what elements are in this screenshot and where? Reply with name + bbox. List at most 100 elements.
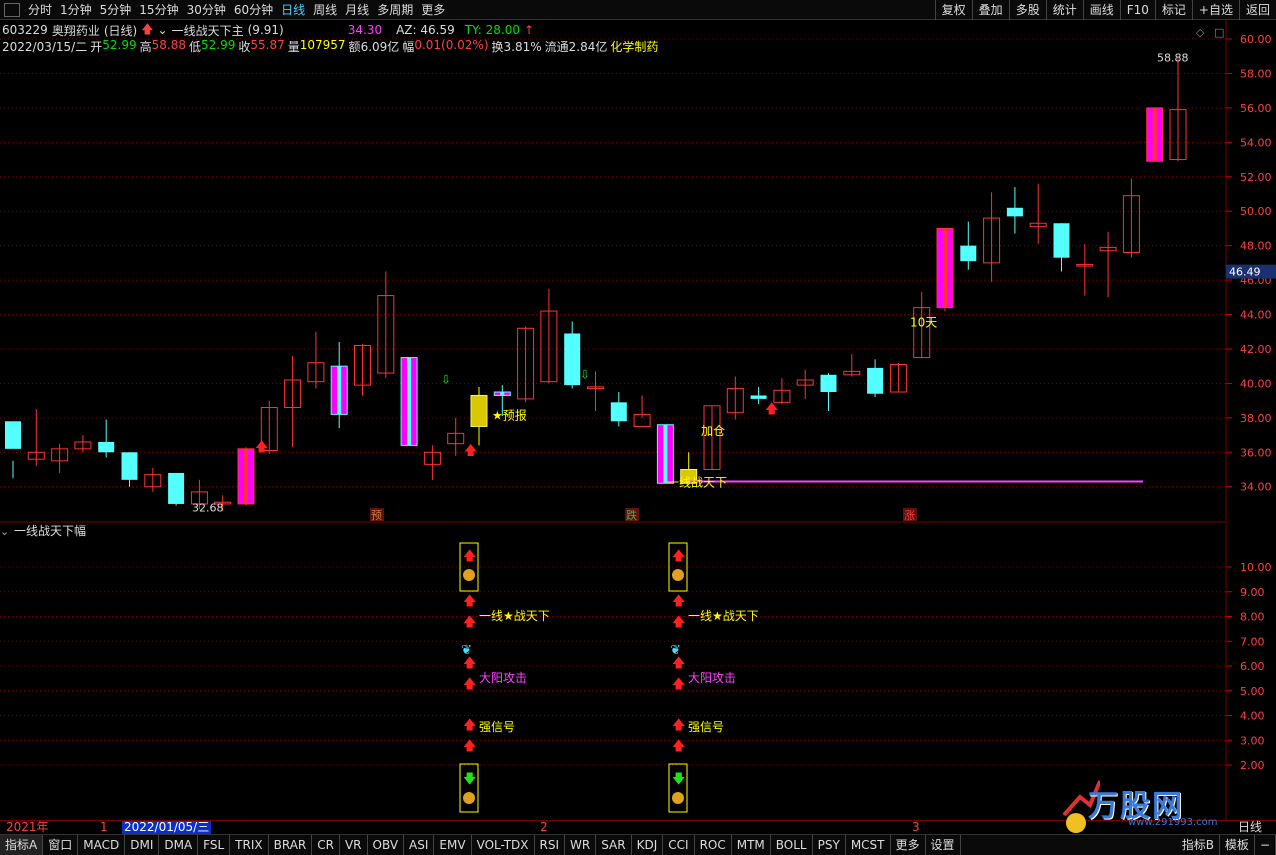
indicator-tab-0[interactable]: 指标A — [0, 835, 44, 855]
add-position-label: 加仓 — [701, 424, 725, 438]
axis-label: 60.00 — [1240, 33, 1272, 46]
period-tab-5[interactable]: 60分钟 — [230, 0, 277, 20]
period-tab-9[interactable]: 多周期 — [373, 0, 417, 20]
sub-axis-label: 4.00 — [1240, 710, 1265, 723]
candle-body-stripe — [500, 392, 505, 396]
period-tab-10[interactable]: 更多 — [417, 0, 449, 20]
toolbar-button-0[interactable]: 复权 — [934, 0, 972, 20]
indicator-tab-18[interactable]: CCI — [663, 835, 695, 855]
candle-body — [121, 452, 138, 480]
bottom-right-button-2[interactable]: − — [1255, 835, 1276, 855]
indicator-tab-8[interactable]: CR — [312, 835, 340, 855]
period-tab-6[interactable]: 日线 — [277, 0, 309, 20]
current-price-label: 46.49 — [1229, 266, 1261, 279]
indicator-tab-6[interactable]: TRIX — [230, 835, 269, 855]
up-arrow-icon: 🡅 — [463, 718, 476, 733]
axis-label: 44.00 — [1240, 309, 1272, 322]
candle-body — [610, 402, 627, 422]
down-arrow-icon: 🡇 — [672, 772, 685, 787]
indicator-tab-3[interactable]: DMI — [125, 835, 160, 855]
candle-body — [98, 441, 115, 453]
indicator-tab-23[interactable]: MCST — [846, 835, 891, 855]
sub-axis-label: 3.00 — [1240, 734, 1265, 747]
bottom-right-button-0[interactable]: 指标B — [1177, 835, 1220, 855]
diamond-icon: ◇ — [1196, 26, 1205, 39]
period-tab-2[interactable]: 5分钟 — [96, 0, 136, 20]
buy-arrow-icon: 🡅 — [765, 402, 778, 417]
up-arrow-icon: 🡅 — [672, 594, 685, 609]
toolbar-button-6[interactable]: 标记 — [1154, 0, 1192, 20]
candle-body-stripe — [244, 448, 248, 504]
sub-axis-label: 2.00 — [1240, 759, 1265, 772]
sub-axis-label: 9.00 — [1240, 586, 1265, 599]
sub-axis-label: 7.00 — [1240, 635, 1265, 648]
sub-axis-label: 5.00 — [1240, 685, 1265, 698]
indicator-tab-22[interactable]: PSY — [813, 835, 846, 855]
indicator-tab-14[interactable]: RSI — [535, 835, 566, 855]
candle-body — [5, 421, 21, 449]
candle-body — [867, 367, 884, 394]
moneybag-icon — [463, 569, 475, 581]
subpanel-dropdown-icon: ⌄ — [0, 525, 9, 538]
indicator-tab-10[interactable]: OBV — [368, 835, 405, 855]
signal-tag: 预 — [371, 509, 382, 522]
signal-text-3: 强信号 — [479, 720, 515, 734]
indicator-tab-12[interactable]: EMV — [434, 835, 472, 855]
bottom-right-button-1[interactable]: 模板 — [1220, 835, 1255, 855]
toolbar-button-5[interactable]: F10 — [1119, 0, 1155, 20]
signal-tag: 涨 — [904, 509, 915, 522]
toolbar-button-4[interactable]: 画线 — [1082, 0, 1120, 20]
period-tab-0[interactable]: 分时 — [24, 0, 56, 20]
indicator-tab-19[interactable]: ROC — [695, 835, 732, 855]
up-arrow-icon: 🡅 — [463, 677, 476, 692]
indicator-tab-7[interactable]: BRAR — [269, 835, 313, 855]
watermark-logo: 万股网 www.291993.com — [1060, 775, 1250, 835]
signal-text-2: 大阳攻击 — [688, 671, 736, 685]
period-tab-7[interactable]: 周线 — [309, 0, 341, 20]
axis-label: 36.00 — [1240, 446, 1272, 459]
toolbar-button-7[interactable]: +自选 — [1191, 0, 1239, 20]
indicator-tab-17[interactable]: KDJ — [632, 835, 664, 855]
up-arrow-icon: 🡅 — [463, 656, 476, 671]
toolbar-button-3[interactable]: 统计 — [1045, 0, 1083, 20]
period-tab-1[interactable]: 1分钟 — [56, 0, 96, 20]
window-icon[interactable] — [4, 3, 20, 17]
indicator-tab-20[interactable]: MTM — [732, 835, 771, 855]
candle-body — [470, 394, 488, 427]
up-arrow-icon: 🡅 — [672, 739, 685, 754]
indicator-tab-16[interactable]: SAR — [596, 835, 632, 855]
candle-body — [1053, 223, 1070, 258]
toolbar-button-8[interactable]: 返回 — [1238, 0, 1276, 20]
toolbar-button-2[interactable]: 多股 — [1008, 0, 1046, 20]
ten-days-label: 10天 — [910, 316, 937, 330]
up-arrow-icon: 🡅 — [672, 656, 685, 671]
period-tab-4[interactable]: 30分钟 — [183, 0, 230, 20]
indicator-tab-25[interactable]: 设置 — [926, 835, 961, 855]
indicator-tab-13[interactable]: VOL-TDX — [472, 835, 535, 855]
indicator-tab-1[interactable]: 窗口 — [43, 835, 79, 855]
axis-label: 38.00 — [1240, 412, 1272, 425]
indicator-tab-5[interactable]: FSL — [198, 835, 231, 855]
candle-body-stripe — [337, 366, 342, 415]
indicator-tab-15[interactable]: WR — [565, 835, 597, 855]
butterfly-icon: ❦ — [670, 643, 681, 658]
butterfly-icon: ❦ — [461, 643, 472, 658]
indicator-tab-4[interactable]: DMA — [159, 835, 199, 855]
indicator-tab-11[interactable]: ASI — [404, 835, 435, 855]
signal-text-3: 强信号 — [688, 720, 724, 734]
axis-label: 50.00 — [1240, 205, 1272, 218]
axis-label: 54.00 — [1240, 136, 1272, 149]
period-tab-8[interactable]: 月线 — [341, 0, 373, 20]
candle-body-stripe — [407, 357, 412, 446]
toolbar-button-1[interactable]: 叠加 — [971, 0, 1009, 20]
sub-axis-label: 10.00 — [1240, 561, 1272, 574]
candle-body — [750, 395, 767, 399]
indicator-tab-21[interactable]: BOLL — [771, 835, 813, 855]
period-tab-3[interactable]: 15分钟 — [135, 0, 182, 20]
axis-label: 56.00 — [1240, 102, 1272, 115]
indicator-tab-24[interactable]: 更多 — [891, 835, 926, 855]
indicator-tab-2[interactable]: MACD — [78, 835, 126, 855]
chart-canvas[interactable]: 60.0058.0056.0054.0052.0050.0048.0046.00… — [0, 20, 1276, 820]
indicator-tabs: 指标A 窗口 MACD DMI DMA FSL TRIX BRAR CR VR OBV ASI EMV V… — [0, 834, 1276, 855]
indicator-tab-9[interactable]: VR — [340, 835, 368, 855]
